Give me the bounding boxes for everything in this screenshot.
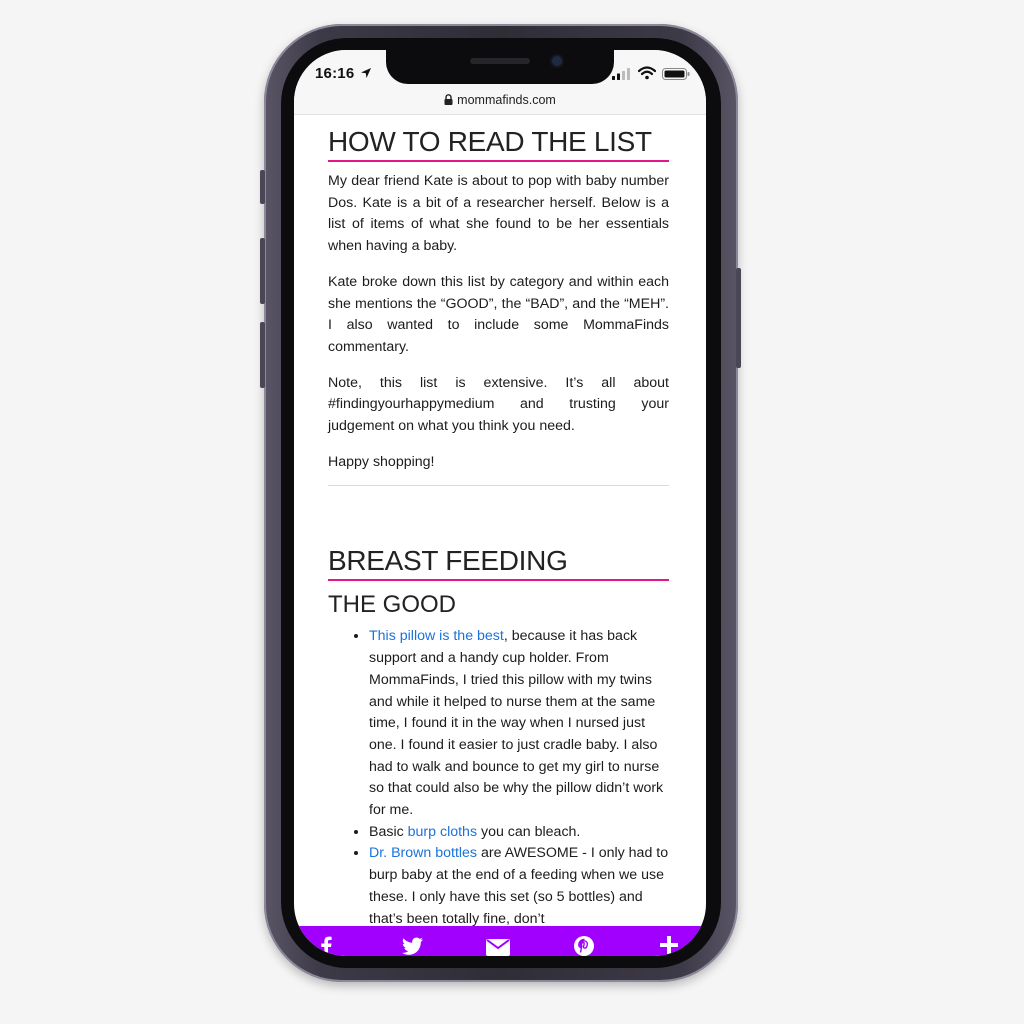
location-arrow-icon [361,68,371,78]
list-item-text: , because it has back support and a hand… [369,628,664,819]
pinterest-icon[interactable] [574,936,594,956]
mute-switch [260,170,265,204]
intro-paragraph-3: Note, this list is extensive. It’s all a… [328,374,669,435]
volume-up-button [260,238,265,304]
volume-down-button [260,322,265,388]
intro-paragraph-4: Happy shopping! [328,453,435,470]
battery-icon [662,68,690,80]
lock-icon [444,94,453,105]
browser-address-bar[interactable]: mommafinds.com [294,86,706,115]
list-item: Dr. Brown bottles are AWESOME - I only h… [369,843,669,930]
facebook-icon[interactable] [320,936,332,956]
intro-paragraph-2: Kate broke down this list by category an… [328,273,669,355]
status-time: 16:16 [315,65,355,82]
cellular-signal-icon [612,68,630,80]
dr-brown-bottles-link[interactable]: Dr. Brown bottles [369,845,477,861]
power-button [736,268,741,368]
subheading-the-good: THE GOOD [328,591,457,619]
list-item: Basic burp cloths you can bleach. [369,822,669,844]
section-heading-breast-feeding: BREAST FEEDING [328,544,669,582]
pillow-link[interactable]: This pillow is the best [369,628,504,644]
front-camera [552,56,562,66]
twitter-icon[interactable] [402,936,424,956]
share-bar [294,926,706,956]
wifi-icon [638,66,656,80]
list-item-text: you can bleach. [477,823,581,840]
list-item-prefix: Basic [369,823,408,840]
section-heading-how-to-read: HOW TO READ THE LIST [328,125,669,162]
good-items-list: This pillow is the best, because it has … [328,626,669,930]
intro-paragraph-1: My dear friend Kate is about to pop with… [328,173,669,255]
list-item: This pillow is the best, because it has … [369,626,669,821]
article-content: HOW TO READ THE LIST My dear friend Kate… [328,116,669,930]
notch [386,50,614,84]
burp-cloths-link[interactable]: burp cloths [408,824,477,840]
url-text: mommafinds.com [457,93,556,107]
speaker-grille [470,58,530,64]
plus-icon[interactable] [660,936,678,954]
email-icon[interactable] [486,936,510,956]
phone-screen: 16:16 mommafinds.com HOW TO READ THE LIS… [294,50,706,956]
